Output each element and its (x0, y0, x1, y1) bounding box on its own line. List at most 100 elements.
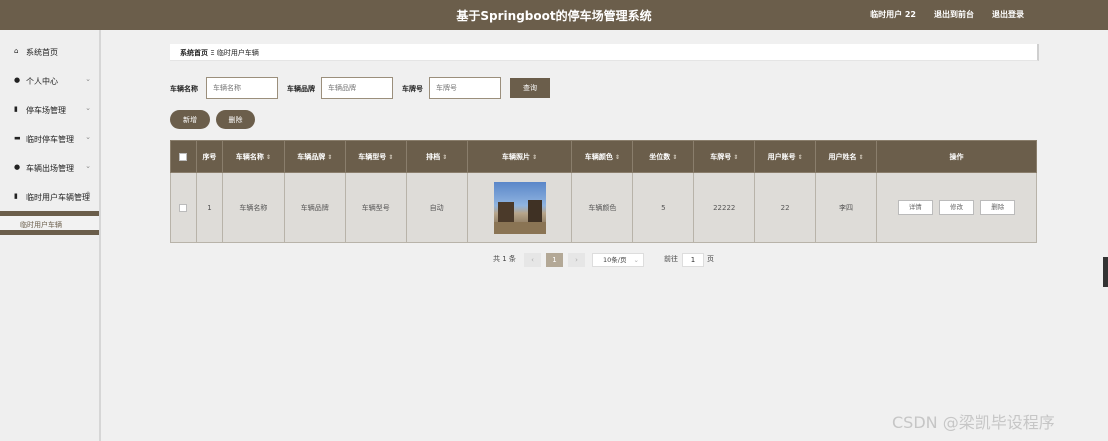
vehicle-name-label: 车辆名称 (170, 85, 198, 93)
table-header-row: 序号 车辆名称 ⇕ 车辆品牌 ⇕ 车辆型号 ⇕ 排档 ⇕ 车辆照片 ⇕ 车辆颜色 ⇕ 坐位数… (170, 140, 1037, 173)
chevron-up-icon: ^ (85, 191, 91, 199)
sidebar-item-label: 停车场管理 (26, 106, 66, 115)
page-size-select[interactable]: 10条/页 ⌄ (592, 253, 644, 267)
prev-page-button[interactable]: ‹ (524, 253, 541, 267)
column-header[interactable]: 车辆颜色 ⇕ (571, 140, 634, 173)
detail-button[interactable]: 详情 (897, 200, 933, 215)
cell-user-account: 22 (754, 172, 817, 243)
cell-vehicle-photo (466, 172, 573, 243)
chevron-down-icon: ⌄ (85, 104, 91, 112)
sort-icon[interactable]: ⇕ (672, 154, 677, 161)
next-page-button[interactable]: › (568, 253, 585, 267)
sort-icon[interactable]: ⇕ (798, 154, 803, 161)
query-button[interactable]: 查询 (510, 78, 550, 98)
monitor-icon: ▬ (14, 134, 21, 142)
scrollbar-handle[interactable] (1103, 257, 1108, 287)
chevron-down-icon: ⌄ (85, 133, 91, 141)
sort-icon[interactable]: ⇕ (442, 154, 447, 161)
cell-actions: 详情 修改 删除 (876, 172, 1037, 243)
column-header-label: 车辆品牌 (297, 152, 326, 161)
sidebar-item-parking-lot[interactable]: ▮ 停车场管理 ⌄ (0, 94, 99, 123)
bar-chart-icon: ▮ (14, 192, 18, 200)
column-header[interactable]: 车辆品牌 ⇕ (283, 140, 346, 173)
home-icon: ⌂ (14, 47, 19, 55)
breadcrumb-separator: Ξ (210, 49, 215, 57)
column-header[interactable]: 用户姓名 ⇕ (815, 140, 878, 173)
exit-to-frontend-link[interactable]: 退出到前台 (934, 9, 974, 20)
select-all-checkbox-cell[interactable] (170, 140, 197, 173)
column-header-label: 车辆颜色 (584, 152, 613, 161)
column-header[interactable]: 用户账号 ⇕ (754, 140, 817, 173)
page-size-value: 10条/页 (603, 256, 627, 264)
sidebar-item-label: 个人中心 (26, 77, 58, 86)
row-checkbox-cell[interactable] (170, 172, 197, 243)
column-header: 操作 (876, 140, 1037, 173)
sidebar-item-label: 临时停车管理 (26, 135, 74, 144)
jump-suffix: 页 (707, 255, 714, 263)
column-header[interactable]: 坐位数 ⇕ (632, 140, 695, 173)
cell-vehicle-name: 车辆名称 (221, 172, 285, 243)
sidebar-item-vehicle-exit[interactable]: ● 车辆出场管理 ⌄ (0, 152, 99, 181)
sidebar-item-personal-center[interactable]: ● 个人中心 ⌄ (0, 65, 99, 94)
vehicle-photo-thumbnail[interactable] (493, 181, 546, 234)
batch-delete-button[interactable]: 删除 (216, 110, 255, 129)
jump-prefix: 前往 (664, 255, 678, 263)
vehicle-brand-label: 车辆品牌 (287, 85, 315, 93)
plate-number-label: 车牌号 (402, 85, 423, 93)
chevron-down-icon: ⌄ (85, 162, 91, 170)
sidebar-item-temp-parking[interactable]: ▬ 临时停车管理 ⌄ (0, 123, 99, 152)
cell-gear: 自动 (405, 172, 468, 243)
chevron-down-icon: ⌄ (633, 256, 639, 264)
column-header[interactable]: 车辆名称 ⇕ (221, 140, 285, 173)
plate-number-input[interactable] (429, 77, 501, 99)
cell-vehicle-brand: 车辆品牌 (283, 172, 346, 243)
sidebar-item-home[interactable]: ⌂ 系统首页 (0, 36, 99, 65)
delete-button[interactable]: 删除 (980, 200, 1016, 215)
breadcrumb-home[interactable]: 系统首页 (180, 49, 208, 57)
cell-index: 1 (195, 172, 223, 243)
column-header-label: 坐位数 (649, 152, 671, 161)
column-header-label: 车牌号 (710, 152, 732, 161)
sidebar-subitem-label: 临时用户车辆 (20, 221, 62, 229)
header-actions: 临时用户 22 退出到前台 退出登录 (870, 9, 1024, 20)
page-number-button[interactable]: 1 (546, 253, 563, 267)
sort-icon[interactable]: ⇕ (859, 154, 864, 161)
cell-vehicle-color: 车辆颜色 (571, 172, 634, 243)
current-user-label[interactable]: 临时用户 22 (870, 9, 916, 20)
vehicle-brand-input[interactable] (321, 77, 393, 99)
pagination-total: 共 1 条 (493, 255, 516, 263)
sidebar-item-label: 系统首页 (26, 48, 58, 57)
sort-icon[interactable]: ⇕ (266, 154, 271, 161)
breadcrumb-current: 临时用户车辆 (216, 49, 259, 57)
column-header[interactable]: 排档 ⇕ (405, 140, 468, 173)
select-all-checkbox[interactable] (179, 152, 188, 161)
column-header[interactable]: 车辆型号 ⇕ (344, 140, 407, 173)
row-checkbox[interactable] (179, 203, 188, 212)
sort-icon[interactable]: ⇕ (327, 154, 332, 161)
chevron-down-icon: ⌄ (85, 75, 91, 83)
column-header-label: 车辆型号 (358, 152, 387, 161)
add-button[interactable]: 新增 (170, 110, 210, 129)
sidebar-item-label: 车辆出场管理 (26, 164, 74, 173)
column-header[interactable]: 车辆照片 ⇕ (466, 140, 573, 173)
sort-icon[interactable]: ⇕ (532, 154, 537, 161)
column-header: 序号 (195, 140, 223, 173)
column-header-label: 排档 (426, 152, 441, 161)
sidebar-item-temp-user-vehicle[interactable]: ▮ 临时用户车辆管理 ^ (0, 181, 99, 210)
sort-icon[interactable]: ⇕ (733, 154, 738, 161)
sidebar-subitem-temp-user-vehicle[interactable]: 临时用户车辆 (0, 211, 99, 235)
sort-icon[interactable]: ⇕ (615, 154, 620, 161)
vehicle-name-input[interactable] (206, 77, 278, 99)
edit-button[interactable]: 修改 (939, 200, 974, 215)
cell-plate: 22222 (693, 172, 756, 243)
user-icon: ● (14, 163, 21, 171)
book-icon: ▮ (14, 105, 18, 113)
logout-link[interactable]: 退出登录 (992, 9, 1024, 20)
breadcrumb: 系统首页 Ξ 临时用户车辆 (170, 44, 1039, 61)
sort-icon[interactable]: ⇕ (388, 154, 393, 161)
cell-user-name: 李四 (815, 172, 878, 243)
watermark: CSDN @梁凯毕设程序 (892, 413, 1055, 432)
page-jump-input[interactable]: 1 (682, 253, 704, 267)
sidebar-item-label: 临时用户车辆管理 (26, 193, 90, 202)
column-header[interactable]: 车牌号 ⇕ (693, 140, 756, 173)
